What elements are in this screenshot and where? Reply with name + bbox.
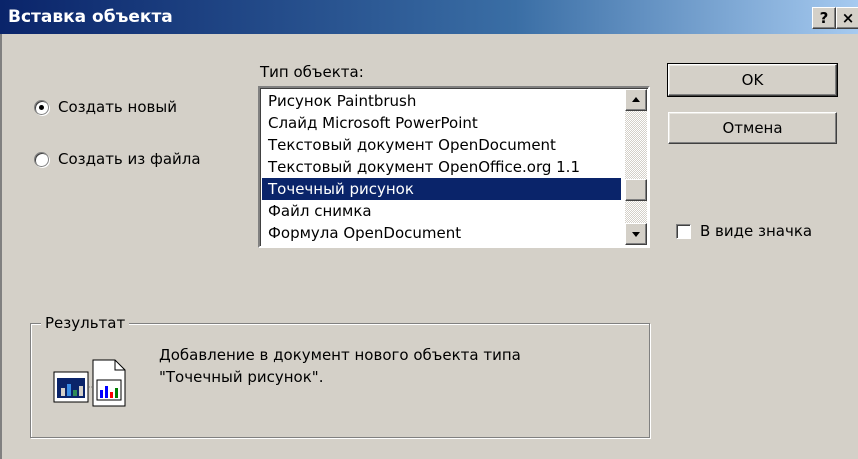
- ok-button[interactable]: OK: [667, 63, 838, 97]
- result-line-2: "Точечный рисунок".: [159, 368, 324, 386]
- display-as-icon-label: В виде значка: [700, 222, 813, 240]
- result-line-1: Добавление в документ нового объекта тип…: [159, 346, 521, 364]
- list-item[interactable]: Файл снимка: [262, 200, 621, 222]
- cancel-button[interactable]: Отмена: [668, 112, 837, 144]
- result-legend: Результат: [41, 314, 130, 332]
- radio-create-new-label: Создать новый: [58, 98, 177, 116]
- list-item[interactable]: Точечный рисунок: [262, 178, 621, 200]
- radio-create-new[interactable]: Создать новый: [34, 98, 177, 116]
- list-item[interactable]: Слайд Microsoft PowerPoint: [262, 112, 621, 134]
- help-button[interactable]: ?: [812, 7, 836, 29]
- radio-create-from-file[interactable]: Создать из файла: [34, 150, 201, 168]
- object-type-list[interactable]: Рисунок Paintbrush Слайд Microsoft PowerP…: [258, 86, 650, 248]
- result-description: Добавление в документ нового объекта тип…: [159, 344, 521, 388]
- object-type-items: Рисунок Paintbrush Слайд Microsoft PowerP…: [262, 90, 621, 244]
- scroll-thumb[interactable]: [625, 179, 647, 201]
- display-as-icon-checkbox[interactable]: В виде значка: [676, 222, 812, 240]
- title-bar: Вставка объекта ? ×: [0, 0, 858, 34]
- list-item[interactable]: Рисунок Paintbrush: [262, 90, 621, 112]
- arrow-down-icon: [632, 232, 640, 237]
- object-document-icon: [53, 359, 126, 407]
- result-group: Результат Добавление в документ нового о…: [30, 314, 650, 438]
- list-item[interactable]: Формула OpenDocument: [262, 222, 621, 244]
- scroll-up-button[interactable]: [625, 89, 647, 111]
- arrow-up-icon: [632, 97, 640, 102]
- checkbox-icon[interactable]: [676, 223, 691, 239]
- list-scrollbar[interactable]: [625, 89, 647, 245]
- list-item[interactable]: Текстовый документ OpenOffice.org 1.1: [262, 156, 621, 178]
- radio-create-from-file-label: Создать из файла: [58, 150, 201, 168]
- object-type-label: Тип объекта:: [260, 63, 364, 81]
- list-item[interactable]: Текстовый документ OpenDocument: [262, 134, 621, 156]
- radio-button-icon[interactable]: [34, 99, 49, 115]
- radio-button-icon[interactable]: [34, 151, 49, 167]
- close-button[interactable]: ×: [836, 7, 858, 29]
- scroll-down-button[interactable]: [625, 223, 647, 245]
- window-title: Вставка объекта: [8, 7, 173, 27]
